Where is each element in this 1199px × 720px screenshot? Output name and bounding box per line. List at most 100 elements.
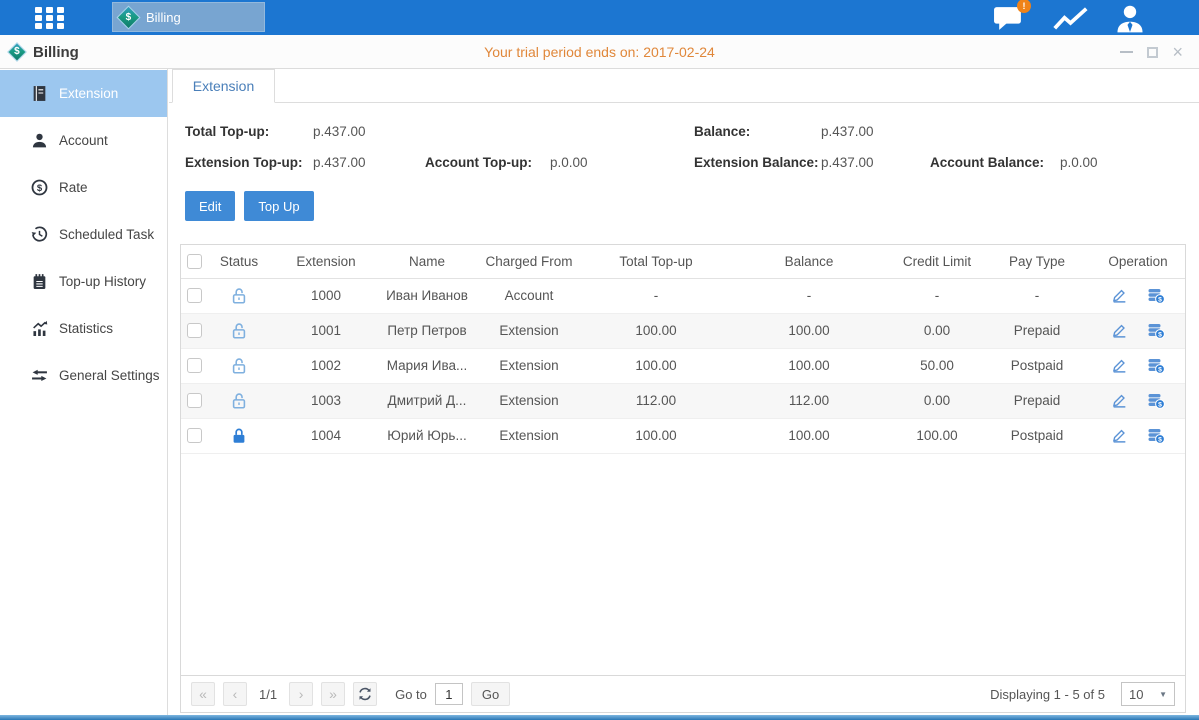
lock-open-icon: [230, 392, 248, 410]
sidebar-item-scheduled-task[interactable]: Scheduled Task: [0, 211, 167, 258]
extension-balance-value: p.437.00: [821, 155, 930, 170]
account-icon: [31, 132, 48, 149]
goto-page-input[interactable]: [435, 683, 463, 705]
window-title: $ Billing: [10, 35, 79, 69]
edit-icon[interactable]: [1111, 287, 1128, 304]
topup-icon[interactable]: $: [1147, 323, 1165, 339]
refresh-button[interactable]: [353, 682, 377, 706]
sidebar-item-label: Scheduled Task: [59, 227, 154, 242]
taskbar-item-billing[interactable]: $ Billing: [112, 2, 265, 32]
edit-icon[interactable]: [1111, 427, 1128, 444]
sidebar-item-statistics[interactable]: Statistics: [0, 305, 167, 352]
scheduled-task-icon: [31, 226, 48, 243]
goto-label: Go to: [395, 687, 427, 702]
lock-open-icon: [230, 287, 248, 305]
messages-icon[interactable]: !: [993, 4, 1024, 32]
taskbar-item-label: Billing: [146, 10, 181, 25]
extension-topup-value: p.437.00: [313, 155, 425, 170]
sidebar-item-extension[interactable]: Extension: [0, 70, 167, 117]
topup-icon[interactable]: $: [1147, 428, 1165, 444]
svg-text:$: $: [1158, 436, 1162, 443]
sidebar-item-label: Extension: [59, 86, 118, 101]
account-topup-label: Account Top-up:: [425, 155, 550, 170]
sidebar-item-topup-history[interactable]: Top-up History: [0, 258, 167, 305]
sidebar-item-account[interactable]: Account: [0, 117, 167, 164]
user-account-icon[interactable]: [1113, 4, 1147, 32]
top-bar: $ Billing !: [0, 0, 1199, 35]
edit-icon[interactable]: [1111, 392, 1128, 409]
sidebar-item-rate[interactable]: $ Rate: [0, 164, 167, 211]
last-page-button[interactable]: »: [321, 682, 345, 706]
topup-icon[interactable]: $: [1147, 288, 1165, 304]
extension-topup-label: Extension Top-up:: [185, 155, 313, 170]
column-status: Status: [207, 245, 271, 278]
top-up-button[interactable]: Top Up: [244, 191, 313, 221]
account-balance-value: p.0.00: [1060, 155, 1199, 170]
page-size-select[interactable]: 10 ▼: [1121, 682, 1175, 706]
column-extension: Extension: [271, 245, 381, 278]
account-topup-value: p.0.00: [550, 155, 694, 170]
column-total-topup: Total Top-up: [585, 245, 727, 278]
resource-monitor-icon[interactable]: [1052, 4, 1089, 32]
sidebar-item-label: Top-up History: [59, 274, 146, 289]
select-all-checkbox[interactable]: [187, 254, 202, 269]
account-balance-label: Account Balance:: [930, 155, 1060, 170]
row-checkbox[interactable]: [187, 393, 202, 408]
chevron-down-icon: ▼: [1159, 690, 1167, 699]
sidebar: Extension Account $ Rate Scheduled Task …: [0, 69, 168, 715]
edit-icon[interactable]: [1111, 357, 1128, 374]
close-button[interactable]: ×: [1172, 43, 1183, 61]
svg-text:$: $: [37, 183, 43, 194]
column-operation: Operation: [1091, 245, 1185, 278]
row-checkbox[interactable]: [187, 323, 202, 338]
table-row: 1001 Петр Петров Extension 100.00 100.00…: [181, 313, 1185, 348]
trial-notice: Your trial period ends on: 2017-02-24: [0, 35, 1199, 69]
table-row: 1004 Юрий Юрь... Extension 100.00 100.00…: [181, 418, 1185, 453]
table-row: 1000 Иван Иванов Account - - - - $: [181, 278, 1185, 313]
desktop-edge: [0, 715, 1199, 720]
minimize-button[interactable]: [1120, 51, 1133, 53]
sidebar-item-label: Account: [59, 133, 108, 148]
svg-text:$: $: [1158, 296, 1162, 303]
edit-icon[interactable]: [1111, 322, 1128, 339]
table-row: 1002 Мария Ива... Extension 100.00 100.0…: [181, 348, 1185, 383]
topup-icon[interactable]: $: [1147, 393, 1165, 409]
pagination-bar: « ‹ 1/1 › » Go to Go Displaying 1 - 5 of…: [181, 675, 1185, 712]
total-topup-label: Total Top-up:: [185, 124, 313, 139]
extensions-grid-panel: Status Extension Name Charged From Total…: [180, 244, 1186, 713]
topup-icon[interactable]: $: [1147, 358, 1165, 374]
page-indicator: 1/1: [259, 687, 277, 702]
row-checkbox[interactable]: [187, 288, 202, 303]
tab-strip: Extension: [169, 69, 1199, 103]
general-settings-icon: [31, 367, 48, 384]
billing-app-icon: $: [116, 5, 140, 29]
svg-text:$: $: [1158, 366, 1162, 373]
column-balance: Balance: [727, 245, 891, 278]
column-pay-type: Pay Type: [983, 245, 1091, 278]
svg-text:$: $: [1158, 331, 1162, 338]
topup-history-icon: [31, 273, 48, 290]
prev-page-button[interactable]: ‹: [223, 682, 247, 706]
tab-extension[interactable]: Extension: [172, 69, 275, 103]
edit-button[interactable]: Edit: [185, 191, 235, 221]
next-page-button[interactable]: ›: [289, 682, 313, 706]
balance-label: Balance:: [694, 124, 821, 139]
row-checkbox[interactable]: [187, 428, 202, 443]
rate-icon: $: [31, 179, 48, 196]
app-grid-icon[interactable]: [35, 7, 69, 29]
first-page-button[interactable]: «: [191, 682, 215, 706]
balance-value: p.437.00: [821, 124, 930, 139]
window-controls: ×: [1120, 35, 1183, 69]
billing-window-icon: $: [7, 42, 27, 62]
sidebar-item-general-settings[interactable]: General Settings: [0, 352, 167, 399]
table-empty-area: [181, 454, 1185, 676]
row-checkbox[interactable]: [187, 358, 202, 373]
maximize-button[interactable]: [1147, 47, 1158, 58]
billing-summary: Total Top-up: p.437.00 Extension Top-up:…: [185, 119, 1199, 181]
lock-open-icon: [230, 322, 248, 340]
toolbar: Edit Top Up: [185, 191, 1199, 221]
total-topup-value: p.437.00: [313, 124, 425, 139]
go-button[interactable]: Go: [471, 682, 510, 706]
extension-icon: [31, 85, 48, 102]
extension-balance-label: Extension Balance:: [694, 155, 821, 170]
